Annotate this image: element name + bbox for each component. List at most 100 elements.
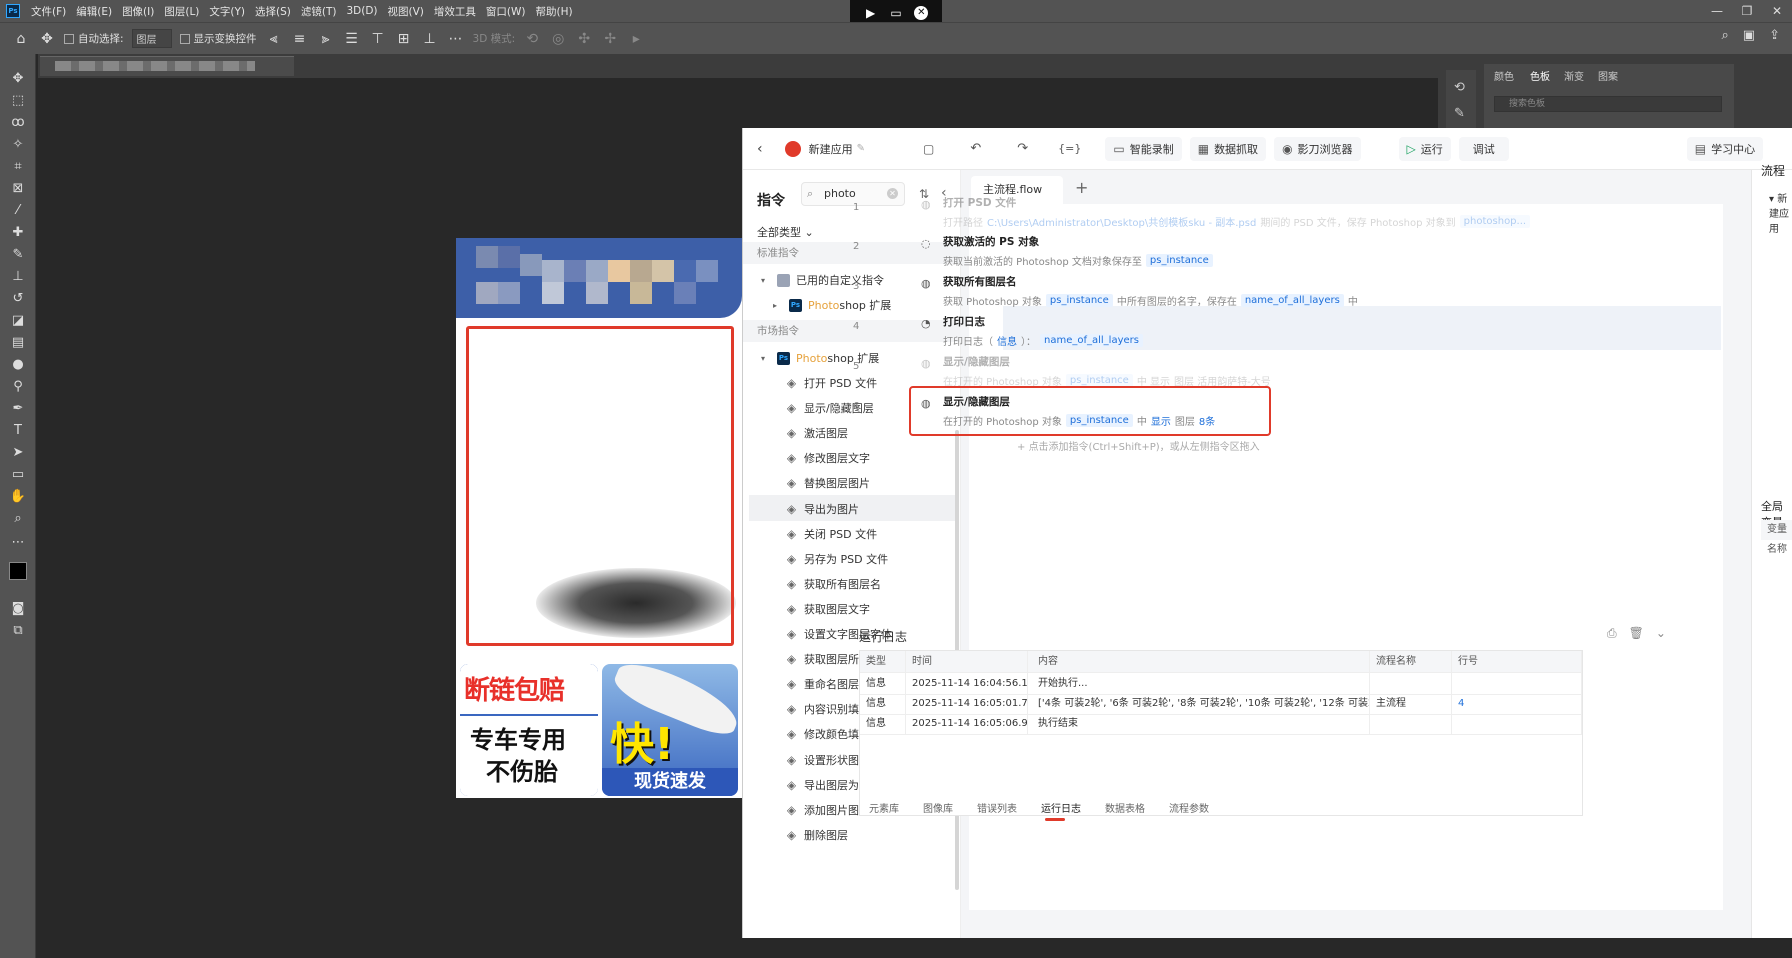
tab-gradients[interactable]: 渐变 — [1564, 68, 1584, 83]
flow-step[interactable]: ◔ 打印日志 打印日志（ 信息 ）： name_of_all_layers — [909, 309, 1609, 353]
undo-icon[interactable]: ↶ — [970, 141, 981, 156]
menu-edit[interactable]: 编辑(E) — [71, 4, 117, 19]
pen-tool-icon[interactable]: ✒ — [9, 400, 27, 418]
code-icon[interactable]: {=} — [1058, 142, 1081, 155]
document-canvas[interactable]: 断链包赔 专车专用 不伤胎 快! 现货速发 — [456, 238, 742, 798]
gradient-tool-icon[interactable]: ▤ — [9, 334, 27, 352]
workspace-icon[interactable]: ▣ — [1743, 28, 1755, 43]
play-icon[interactable]: ▶ — [864, 6, 878, 20]
menu-select[interactable]: 选择(S) — [250, 4, 296, 19]
marquee-tool-icon[interactable]: ⬚ — [9, 92, 27, 110]
tab-patterns[interactable]: 图案 — [1598, 68, 1618, 83]
history-panel-icon[interactable]: ⟲ — [1454, 80, 1465, 95]
magic-wand-tool-icon[interactable]: ✧ — [9, 136, 27, 154]
add-instruction-hint[interactable]: + 点击添加指令(Ctrl+Shift+P)，或从左侧指令区拖入 — [1017, 438, 1260, 453]
log-row[interactable]: 信息 2025-11-14 16:04:56.167 开始执行... — [860, 673, 1582, 695]
redo-icon[interactable]: ↷ — [1017, 141, 1028, 156]
menu-file[interactable]: 文件(F) — [26, 4, 71, 19]
variable-chip[interactable]: name_of_all_layers — [1040, 334, 1143, 347]
show-transform-checkbox[interactable]: 显示变换控件 — [179, 31, 257, 46]
align-right-icon[interactable]: ⫸ — [317, 31, 335, 47]
blur-tool-icon[interactable]: ● — [9, 356, 27, 374]
instruction-item[interactable]: ◈ 内容识别填充 — [785, 701, 870, 717]
3d-roll-icon[interactable]: ◎ — [549, 31, 567, 47]
instruction-item[interactable]: ◈ 获取所有图层名 — [785, 576, 881, 592]
eyedropper-tool-icon[interactable]: ⁄ — [9, 202, 27, 220]
flow-step[interactable]: ◌ 获取激活的 PS 对象 获取当前激活的 Photoshop 文档对象保存至 ps_… — [909, 229, 1609, 273]
variable-chip[interactable]: name_of_all_layers — [1240, 294, 1344, 307]
menu-layer[interactable]: 图层(L) — [159, 4, 204, 19]
instruction-item[interactable]: ◈ 获取图层文字 — [785, 601, 870, 617]
instruction-item[interactable]: ◈ 关闭 PSD 文件 — [785, 526, 877, 542]
foreground-color-swatch[interactable] — [9, 562, 27, 580]
align-top-icon[interactable]: ⊤ — [369, 31, 387, 47]
tree-ps-extension-std[interactable]: ▸ Ps Photoshop 扩展 — [773, 297, 891, 313]
move-tool-icon[interactable]: ✥ — [9, 70, 27, 88]
auto-select-dropdown[interactable]: 图层 — [131, 29, 172, 48]
data-scrape-button[interactable]: ▦ 数据抓取 — [1189, 136, 1267, 161]
instruction-item[interactable]: ◈ 打开 PSD 文件 — [785, 375, 877, 391]
share-icon[interactable]: ⇪ — [1769, 28, 1780, 43]
instruction-item[interactable]: ◈ 替换图层图片 — [785, 475, 870, 491]
debug-button[interactable]: 调试 — [1458, 136, 1509, 161]
3d-rotate-icon[interactable]: ⟲ — [523, 31, 541, 47]
distribute-icon[interactable]: ☰ — [343, 31, 361, 47]
auto-select-checkbox[interactable]: 自动选择: — [64, 31, 124, 46]
dodge-tool-icon[interactable]: ⚲ — [9, 378, 27, 396]
close-button[interactable]: ✕ — [1762, 4, 1792, 18]
variable-chip[interactable]: ps_instance — [1145, 254, 1213, 267]
menu-image[interactable]: 图像(I) — [117, 4, 159, 19]
tab-swatches[interactable]: 色板 — [1530, 68, 1550, 83]
type-tool-icon[interactable]: T — [9, 422, 27, 440]
menu-window[interactable]: 窗口(W) — [481, 4, 531, 19]
log-row[interactable]: 信息 2025-11-14 16:05:01.724 ['4条 可装2轮', '6条… — [860, 693, 1582, 715]
bottom-tab[interactable]: 图像库 — [923, 800, 953, 815]
flow-tree-root[interactable]: ▾ 新建应用 — [1769, 190, 1792, 235]
smart-record-button[interactable]: ▭ 智能录制 — [1105, 136, 1182, 161]
collapse-log-icon[interactable]: ⌄ — [1656, 626, 1666, 641]
instruction-item[interactable]: ◈ 激活图层 — [785, 425, 848, 441]
screen-icon[interactable]: ▭ — [889, 6, 903, 20]
eraser-tool-icon[interactable]: ◪ — [9, 312, 27, 330]
back-icon[interactable]: ‹ — [757, 141, 763, 157]
shape-tool-icon[interactable]: ▭ — [9, 466, 27, 484]
edit-icon[interactable]: ✎ — [857, 143, 865, 154]
export-log-icon[interactable]: ⎙ — [1607, 626, 1617, 641]
flow-step[interactable]: ◍ 打开 PSD 文件 打开路径 C:\Users\Administrator\Des… — [909, 190, 1609, 234]
app-name[interactable]: 新建应用 — [809, 141, 853, 157]
align-middle-icon[interactable]: ⊞ — [395, 31, 413, 47]
instruction-item[interactable]: ◈ 重命名图层 — [785, 676, 859, 692]
instruction-item[interactable]: ◈ 导出为图片 — [785, 501, 859, 517]
minimize-button[interactable]: — — [1702, 4, 1732, 18]
learn-center-button[interactable]: ▤ 学习中心 — [1686, 136, 1764, 161]
search-icon[interactable]: ⌕ — [1722, 28, 1729, 43]
save-icon[interactable]: ▢ — [923, 142, 934, 156]
restore-button[interactable]: ❐ — [1732, 4, 1762, 18]
bottom-tab[interactable]: 错误列表 — [977, 800, 1017, 815]
menu-view[interactable]: 视图(V) — [383, 4, 429, 19]
bottom-tab[interactable]: 元素库 — [869, 800, 899, 815]
clear-icon[interactable]: ✕ — [887, 188, 898, 199]
stamp-tool-icon[interactable]: ⊥ — [9, 268, 27, 286]
variable-chip[interactable]: ps_instance — [1045, 294, 1113, 307]
instruction-item[interactable]: ◈ 修改图层文字 — [785, 450, 870, 466]
history-brush-tool-icon[interactable]: ↺ — [9, 290, 27, 308]
healing-tool-icon[interactable]: ✚ — [9, 224, 27, 242]
run-button[interactable]: ▷ 运行 — [1398, 136, 1451, 161]
instruction-item[interactable]: ◈ 另存为 PSD 文件 — [785, 551, 888, 567]
align-left-icon[interactable]: ⫷ — [265, 31, 283, 47]
home-icon[interactable]: ⌂ — [12, 31, 30, 47]
path-select-tool-icon[interactable]: ➤ — [9, 444, 27, 462]
tab-color[interactable]: 颜色 — [1494, 68, 1514, 83]
more-tools-icon[interactable]: ⋯ — [9, 534, 27, 552]
tree-used-custom[interactable]: ▾ 已用的自定义指令 — [761, 272, 884, 288]
browser-button[interactable]: ◉ 影刀浏览器 — [1274, 136, 1361, 161]
move-tool-icon[interactable]: ✥ — [38, 31, 56, 47]
bottom-tab[interactable]: 数据表格 — [1105, 800, 1145, 815]
brush-tool-icon[interactable]: ✎ — [9, 246, 27, 264]
brush-panel-icon[interactable]: ✎ — [1454, 106, 1465, 121]
menu-type[interactable]: 文字(Y) — [204, 4, 250, 19]
frame-tool-icon[interactable]: ⊠ — [9, 180, 27, 198]
tree-ps-extension-market[interactable]: ▾ Ps Photoshop 扩展 — [761, 350, 879, 366]
align-center-icon[interactable]: ≡ — [291, 31, 309, 47]
